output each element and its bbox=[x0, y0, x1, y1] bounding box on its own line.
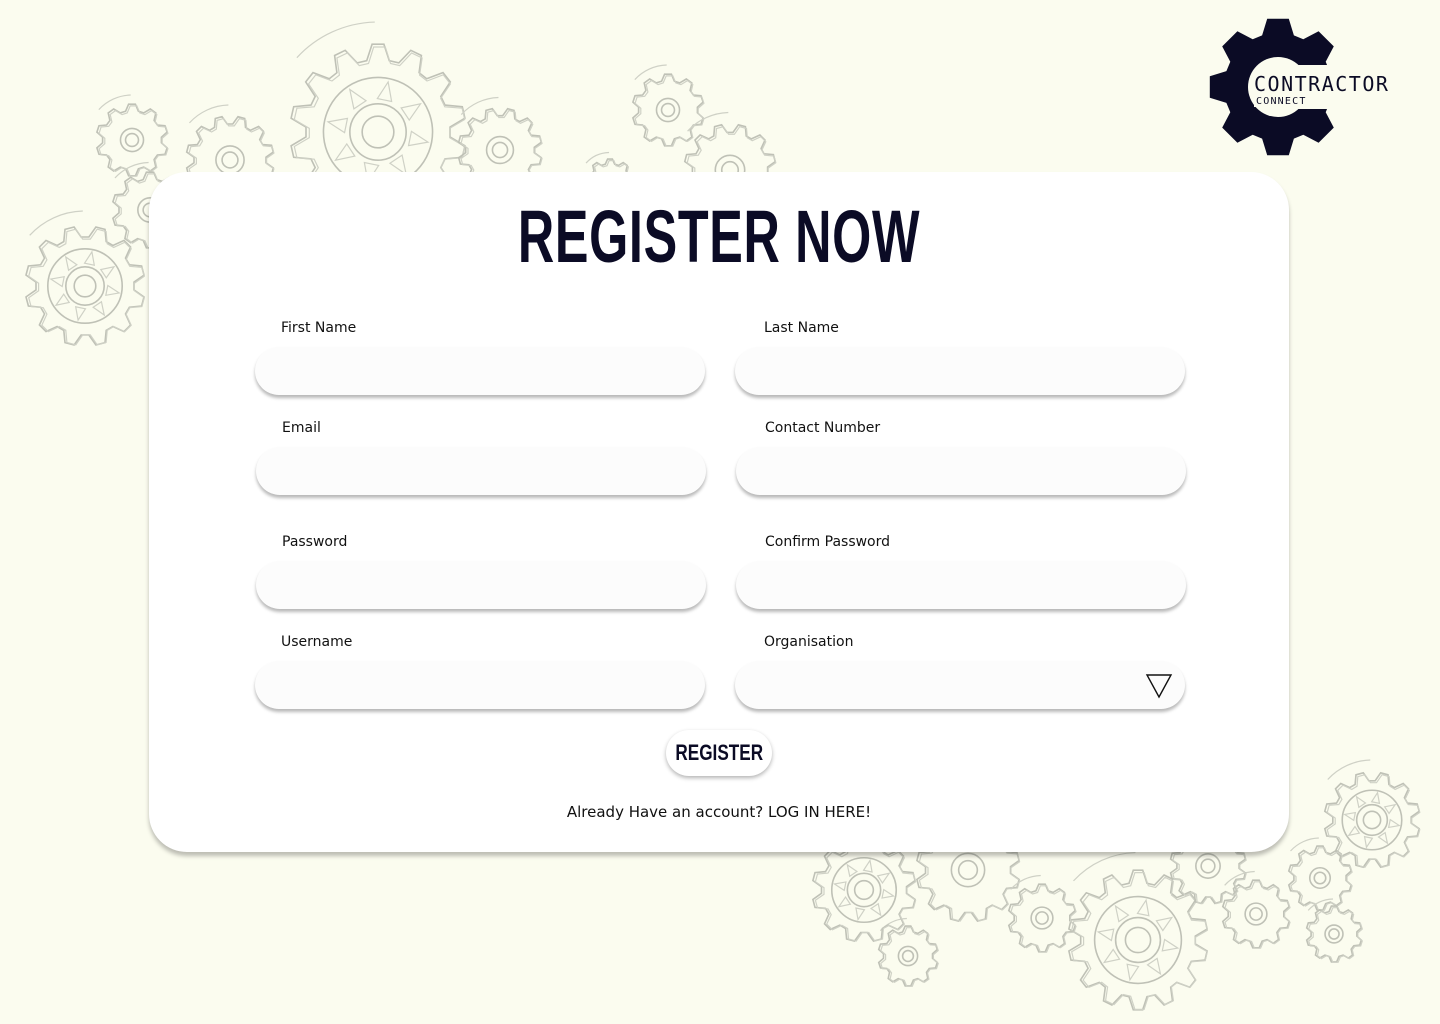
password-input[interactable] bbox=[256, 561, 706, 609]
register-button[interactable]: REGISTER bbox=[666, 730, 772, 776]
register-button-label: REGISTER bbox=[675, 740, 763, 765]
first-name-input[interactable] bbox=[255, 347, 705, 395]
sketch-gear-icon bbox=[1305, 898, 1363, 963]
confirm-password-label: Confirm Password bbox=[765, 534, 891, 550]
contact-number-input[interactable] bbox=[736, 447, 1186, 495]
sketch-gear-icon bbox=[631, 64, 705, 147]
last-name-input[interactable] bbox=[735, 347, 1185, 395]
password-label: Password bbox=[282, 534, 348, 550]
login-link[interactable]: LOG IN HERE! bbox=[768, 803, 871, 821]
sketch-gear-icon bbox=[1221, 870, 1291, 949]
triangle-down-icon[interactable] bbox=[1145, 673, 1173, 699]
sketch-gear-icon bbox=[95, 94, 169, 177]
contact-number-label: Contact Number bbox=[765, 420, 881, 436]
page-title: REGISTER NOW bbox=[517, 195, 921, 278]
last-name-field-container bbox=[735, 347, 1185, 395]
sketch-gear-icon bbox=[1323, 759, 1421, 869]
organisation-label: Organisation bbox=[764, 634, 854, 650]
last-name-label: Last Name bbox=[764, 320, 839, 336]
email-field-container bbox=[256, 447, 706, 495]
register-card: REGISTER NOW First Name Last Name Email … bbox=[149, 172, 1289, 852]
logo-title: CONTRACTOR bbox=[1252, 72, 1392, 96]
confirm-password-input[interactable] bbox=[736, 561, 1186, 609]
username-input[interactable] bbox=[255, 661, 705, 709]
contractor-connect-logo: CONTRACTOR CONNECT bbox=[1208, 16, 1418, 158]
confirm-password-field-container bbox=[736, 561, 1186, 609]
login-prompt-line: Already Have an account? LOG IN HERE! bbox=[149, 803, 1289, 821]
logo-subtitle: CONNECT bbox=[1254, 96, 1309, 107]
first-name-label: First Name bbox=[281, 320, 357, 336]
username-label: Username bbox=[281, 634, 353, 650]
sketch-gear-icon bbox=[1067, 851, 1209, 1011]
sketch-gear-icon bbox=[1007, 874, 1077, 953]
password-field-container bbox=[256, 561, 706, 609]
first-name-field-container bbox=[255, 347, 705, 395]
sketch-gear-icon bbox=[1287, 837, 1353, 911]
contact-number-field-container bbox=[736, 447, 1186, 495]
email-input[interactable] bbox=[256, 447, 706, 495]
register-page: CONTRACTOR CONNECT REGISTER NOW First Na… bbox=[0, 0, 1440, 1024]
sketch-gear-icon bbox=[877, 917, 939, 987]
email-label: Email bbox=[282, 420, 321, 436]
organisation-select[interactable] bbox=[735, 661, 1185, 709]
username-field-container bbox=[255, 661, 705, 709]
login-prompt-text: Already Have an account? bbox=[566, 803, 764, 821]
